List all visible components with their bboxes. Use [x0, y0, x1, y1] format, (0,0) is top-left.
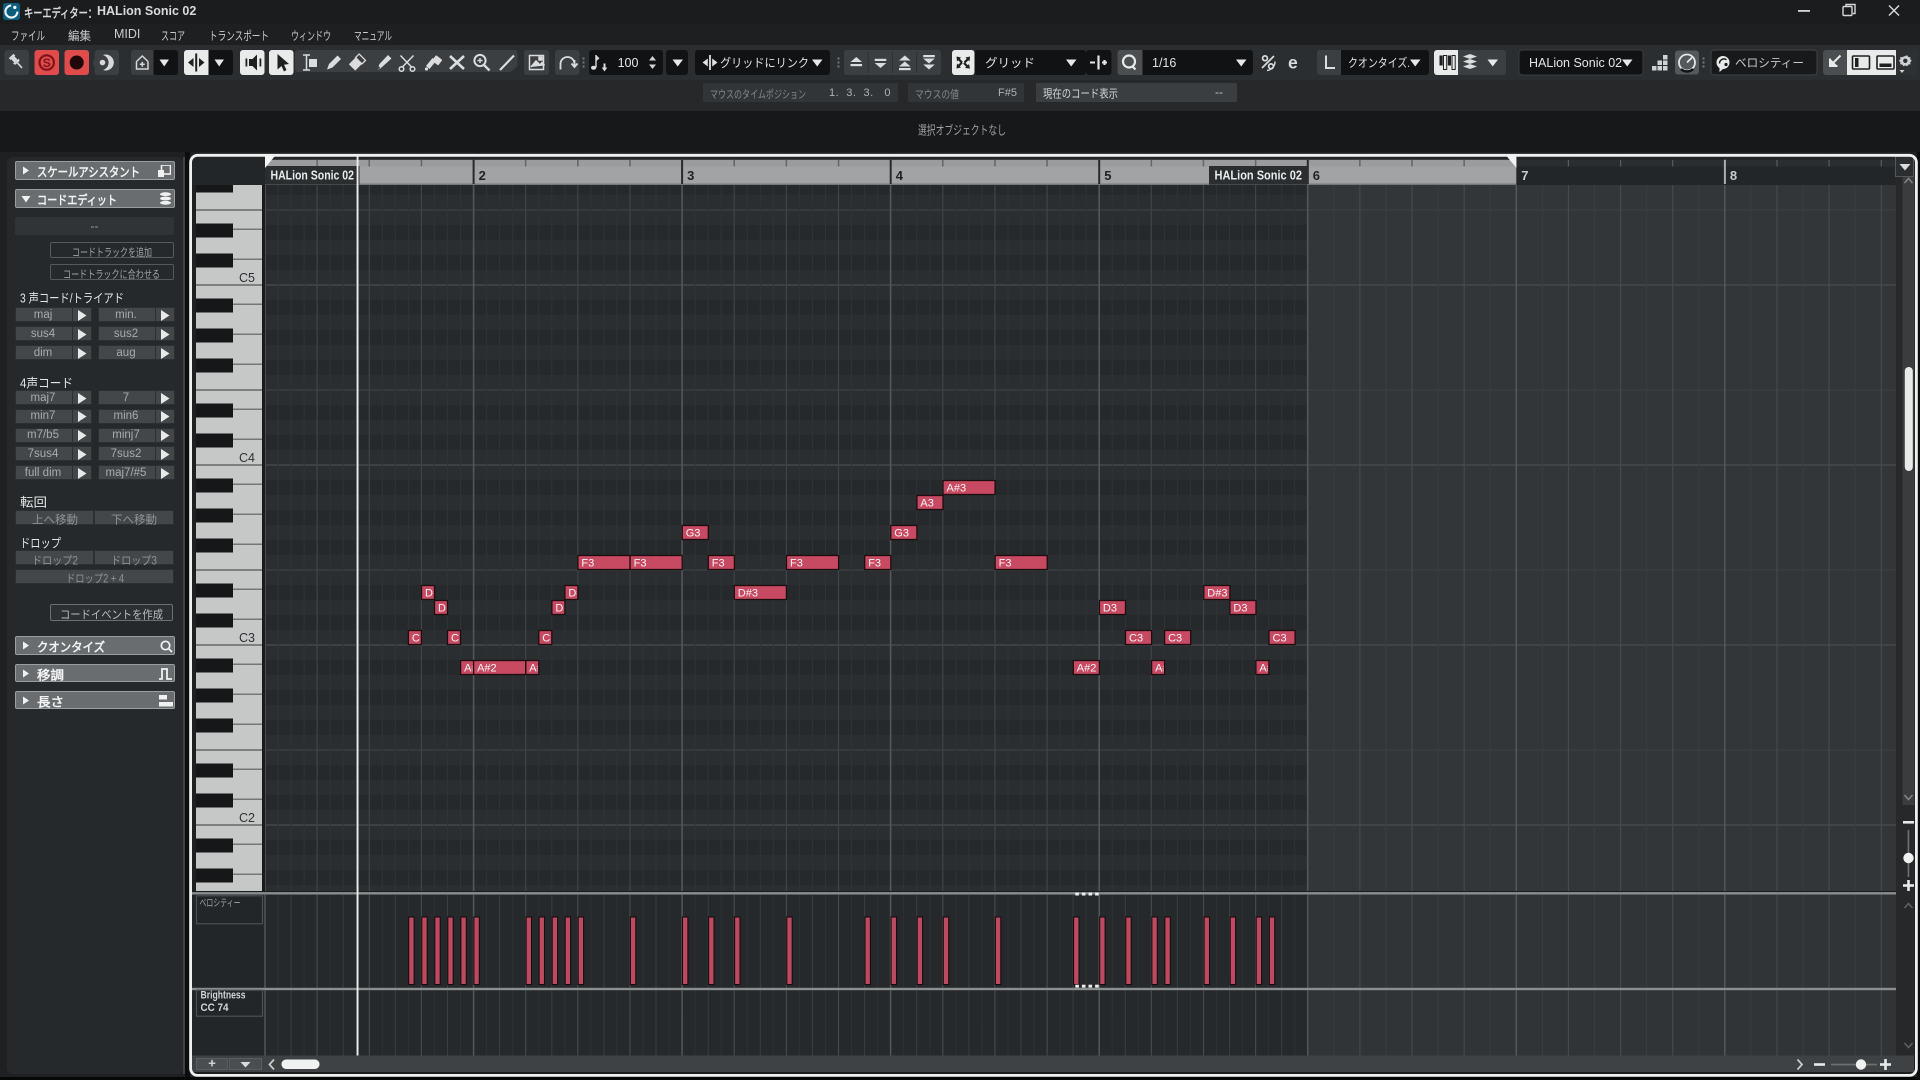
svg-text:G3: G3	[686, 528, 701, 540]
svg-text:6: 6	[1313, 168, 1320, 183]
svg-text:スコア: スコア	[161, 29, 185, 43]
svg-text:1/16: 1/16	[1152, 56, 1176, 70]
svg-text:F3: F3	[581, 558, 594, 570]
svg-text:A#2: A#2	[1077, 663, 1097, 675]
svg-text:スケールアシスタント: スケールアシスタント	[37, 165, 140, 180]
svg-text:コードトラックを追加: コードトラックを追加	[72, 245, 152, 259]
svg-text:HALion Sonic 02: HALion Sonic 02	[271, 169, 355, 183]
svg-text:CC 74: CC 74	[201, 1002, 230, 1014]
svg-text:ドロップ3: ドロップ3	[111, 554, 157, 567]
svg-text:C4: C4	[239, 451, 255, 465]
svg-text:下へ移動: 下へ移動	[111, 513, 157, 527]
svg-text:長さ: 長さ	[37, 694, 64, 709]
svg-text:コードイベントを作成: コードイベントを作成	[60, 609, 163, 622]
svg-text:S: S	[43, 56, 51, 70]
svg-text:F3: F3	[712, 558, 725, 570]
svg-text:3: 3	[687, 168, 694, 183]
svg-text:トランスポート: トランスポート	[209, 29, 269, 43]
svg-text:C5: C5	[239, 271, 255, 285]
svg-text:上へ移動: 上へ移動	[32, 513, 78, 527]
svg-text:D#3: D#3	[1207, 588, 1227, 600]
svg-text:ベロシティー: ベロシティー	[200, 898, 241, 910]
svg-text:HALion Sonic 02: HALion Sonic 02	[1529, 56, 1622, 70]
svg-text:F3: F3	[790, 558, 803, 570]
svg-text:A#2: A#2	[477, 663, 497, 675]
svg-text:マニュアル: マニュアル	[354, 29, 392, 43]
svg-text:C2: C2	[239, 811, 255, 825]
svg-text:キーエディター：: キーエディター：	[24, 5, 97, 20]
svg-text:5: 5	[1104, 168, 1111, 183]
svg-text:C3: C3	[1273, 633, 1287, 645]
svg-text:クオンタイズ.: クオンタイズ.	[1348, 55, 1410, 70]
svg-text:4声コード: 4声コード	[20, 376, 73, 390]
svg-text:D3: D3	[1233, 603, 1247, 615]
svg-text:G3: G3	[894, 528, 909, 540]
svg-text:転回: 転回	[20, 495, 47, 509]
svg-text:D3: D3	[1103, 603, 1117, 615]
svg-text:グリッド: グリッド	[985, 56, 1035, 70]
svg-text:e: e	[1288, 53, 1298, 73]
svg-text:移調: 移調	[37, 667, 64, 682]
svg-text:ドロップ2 + 4: ドロップ2 + 4	[66, 573, 124, 586]
svg-text:コードトラックに合わせる: コードトラックに合わせる	[63, 267, 160, 281]
svg-text:ウィンドウ: ウィンドウ	[291, 29, 331, 43]
svg-text:現在のコード表示: 現在のコード表示	[1043, 87, 1118, 101]
svg-text:D#3: D#3	[738, 588, 758, 600]
svg-text:ベロシティー: ベロシティー	[1735, 56, 1804, 70]
svg-text:F3: F3	[999, 558, 1012, 570]
svg-text:選択オブジェクトなし: 選択オブジェクトなし	[918, 123, 1006, 138]
svg-text:グリッドにリンク: グリッドにリンク	[720, 56, 809, 70]
svg-text:コードエディット: コードエディット	[37, 193, 117, 208]
svg-text:C3: C3	[239, 631, 255, 645]
svg-text:100: 100	[618, 56, 639, 70]
svg-text:C3: C3	[1129, 633, 1143, 645]
svg-text:3 声コード/トライアド: 3 声コード/トライアド	[20, 291, 124, 305]
svg-text:A#3: A#3	[947, 483, 967, 495]
svg-text:C3: C3	[1168, 633, 1182, 645]
svg-text:F3: F3	[868, 558, 881, 570]
svg-text:HALion Sonic 02: HALion Sonic 02	[1215, 169, 1303, 183]
svg-text:ファイル: ファイル	[11, 29, 45, 43]
svg-text:ドロップ: ドロップ	[20, 536, 61, 550]
svg-text:F3: F3	[634, 558, 647, 570]
svg-text:Brightness: Brightness	[201, 990, 246, 1002]
svg-text:4: 4	[896, 168, 904, 183]
svg-text:+: +	[208, 1056, 216, 1071]
svg-text:8: 8	[1730, 168, 1737, 183]
svg-text:7: 7	[1521, 168, 1528, 183]
svg-text:編集: 編集	[68, 28, 91, 43]
svg-text:クオンタイズ: クオンタイズ	[37, 640, 105, 655]
svg-text:A3: A3	[920, 498, 933, 510]
svg-text:2: 2	[479, 168, 486, 183]
svg-text:ドロップ2: ドロップ2	[32, 554, 78, 567]
